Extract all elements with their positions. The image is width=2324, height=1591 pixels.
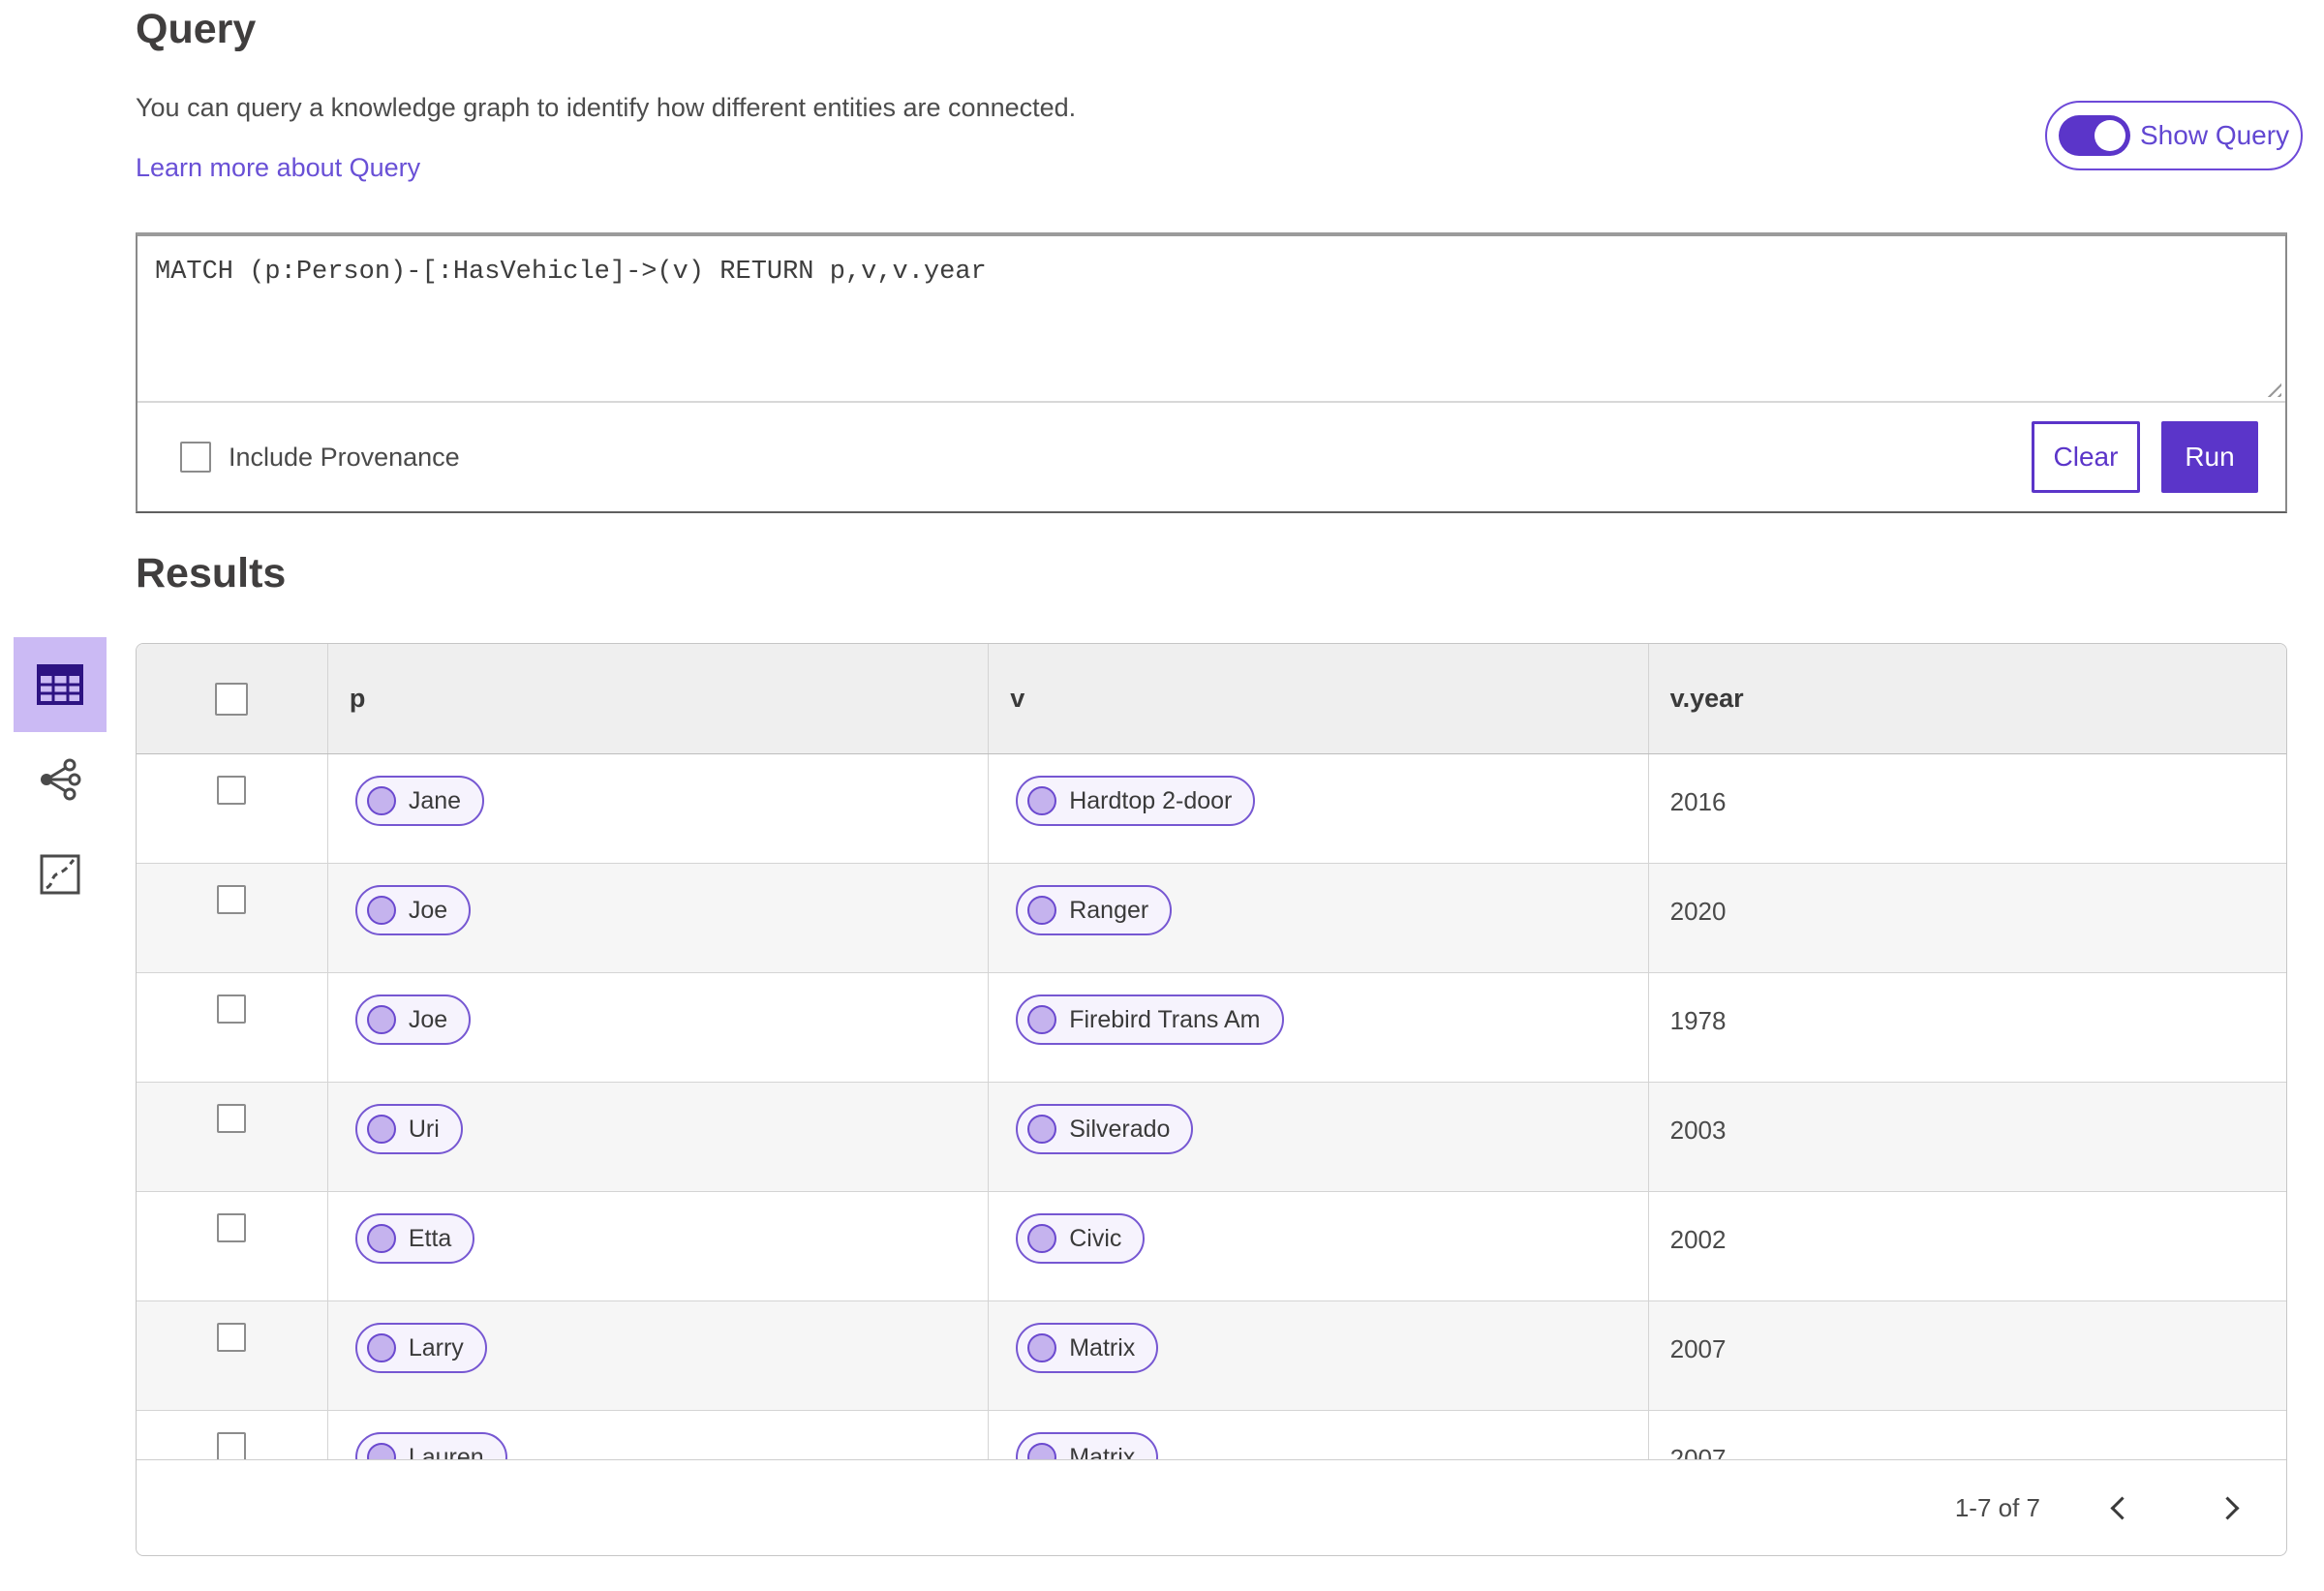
results-table: p v v.year Jane Hardtop 2-door 2016 Joe … — [136, 643, 2287, 1556]
table-row: Joe Firebird Trans Am 1978 — [137, 973, 2286, 1083]
year-value: 2020 — [1669, 897, 1727, 926]
year-value: 1978 — [1669, 1006, 1727, 1035]
previous-page-button[interactable] — [2110, 1495, 2134, 1520]
pagination-bar: 1-7 of 7 — [137, 1459, 2286, 1555]
node-icon — [1027, 1115, 1057, 1144]
page-description: You can query a knowledge graph to ident… — [136, 93, 1077, 122]
node-icon — [366, 1115, 396, 1144]
entity-pill[interactable]: Joe — [354, 885, 472, 935]
show-query-toggle-button[interactable]: Show Query — [2045, 101, 2303, 170]
row-checkbox[interactable] — [217, 1432, 247, 1461]
include-provenance-checkbox[interactable] — [180, 442, 211, 473]
node-icon — [1027, 1333, 1057, 1362]
query-panel-footer: Include Provenance Clear Run — [138, 403, 2285, 511]
row-checkbox[interactable] — [217, 1213, 247, 1242]
network-icon — [41, 758, 81, 801]
table-row: Etta Civic 2002 — [137, 1192, 2286, 1301]
results-title: Results — [136, 550, 287, 597]
table-row: Joe Ranger 2020 — [137, 864, 2286, 973]
include-provenance-label: Include Provenance — [229, 442, 460, 472]
page-title: Query — [136, 6, 257, 52]
column-header-v: v — [1010, 684, 1025, 713]
node-icon — [366, 1333, 396, 1362]
toggle-on-switch-icon[interactable] — [2059, 115, 2130, 156]
entity-pill[interactable]: Uri — [354, 1104, 463, 1154]
entity-pill[interactable]: Jane — [354, 776, 485, 826]
run-button[interactable]: Run — [2161, 421, 2258, 493]
pagination-range-label: 1-7 of 7 — [1954, 1492, 2040, 1522]
row-checkbox[interactable] — [217, 994, 247, 1024]
node-icon — [366, 896, 396, 925]
node-icon — [1027, 896, 1057, 925]
node-icon — [366, 1005, 396, 1034]
table-icon — [37, 664, 83, 705]
resize-handle-icon[interactable] — [2265, 381, 2281, 397]
map-view-button[interactable] — [14, 827, 107, 922]
row-checkbox[interactable] — [217, 1104, 247, 1133]
node-icon — [366, 1224, 396, 1253]
next-page-button[interactable] — [2216, 1495, 2240, 1520]
year-value: 2016 — [1669, 787, 1727, 816]
show-query-label: Show Query — [2140, 120, 2290, 150]
table-row: Larry Matrix 2007 — [137, 1301, 2286, 1411]
node-icon — [366, 786, 396, 815]
entity-pill[interactable]: Larry — [354, 1323, 487, 1373]
view-switcher — [14, 637, 107, 922]
node-icon — [1027, 1224, 1057, 1253]
entity-pill[interactable]: Hardtop 2-door — [1016, 776, 1256, 826]
column-header-v-year: v.year — [1669, 684, 1744, 713]
entity-pill[interactable]: Joe — [354, 994, 472, 1045]
select-all-checkbox[interactable] — [215, 682, 249, 716]
table-header-row: p v v.year — [137, 644, 2286, 754]
entity-pill[interactable]: Ranger — [1016, 885, 1173, 935]
table-row: Jane Hardtop 2-door 2016 — [137, 754, 2286, 864]
query-panel: MATCH (p:Person)-[:HasVehicle]->(v) RETU… — [136, 232, 2287, 513]
year-value: 2007 — [1669, 1334, 1727, 1363]
map-icon — [40, 854, 80, 895]
entity-pill[interactable]: Etta — [354, 1213, 475, 1264]
entity-pill[interactable]: Silverado — [1016, 1104, 1194, 1154]
table-row: Uri Silverado 2003 — [137, 1083, 2286, 1192]
query-input[interactable]: MATCH (p:Person)-[:HasVehicle]->(v) RETU… — [138, 236, 2285, 403]
row-checkbox[interactable] — [217, 885, 247, 914]
graph-view-button[interactable] — [14, 732, 107, 827]
year-value: 2002 — [1669, 1225, 1727, 1254]
toggle-knob — [2095, 120, 2125, 151]
row-checkbox[interactable] — [217, 1323, 247, 1352]
table-view-button[interactable] — [14, 637, 107, 732]
node-icon — [1027, 1005, 1057, 1034]
node-icon — [1027, 786, 1057, 815]
clear-button[interactable]: Clear — [2032, 421, 2140, 493]
year-value: 2003 — [1669, 1116, 1727, 1145]
column-header-p: p — [349, 684, 366, 713]
entity-pill[interactable]: Civic — [1016, 1213, 1146, 1264]
learn-more-link[interactable]: Learn more about Query — [136, 153, 420, 183]
entity-pill[interactable]: Matrix — [1016, 1323, 1159, 1373]
entity-pill[interactable]: Firebird Trans Am — [1016, 994, 1284, 1045]
row-checkbox[interactable] — [217, 776, 247, 805]
